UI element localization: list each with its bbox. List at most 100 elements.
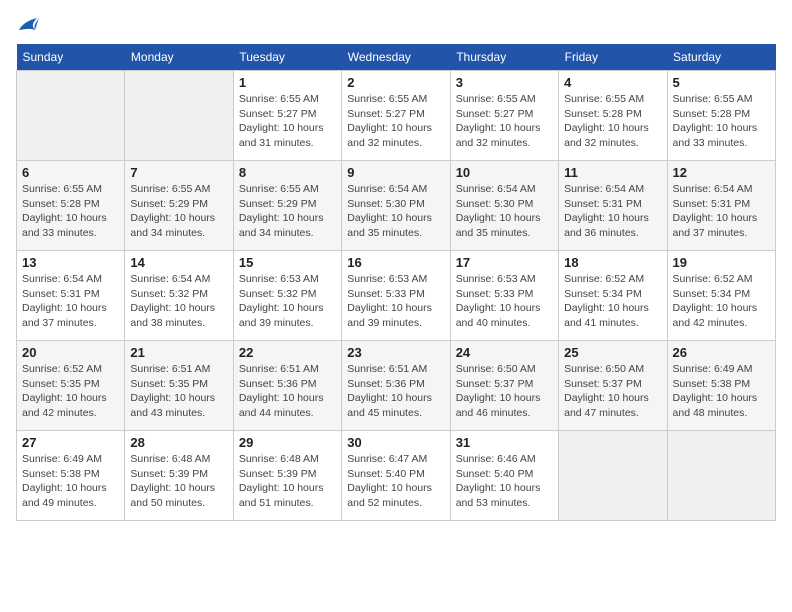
calendar-day-cell: 30Sunrise: 6:47 AM Sunset: 5:40 PM Dayli… xyxy=(342,431,450,521)
day-info: Sunrise: 6:55 AM Sunset: 5:27 PM Dayligh… xyxy=(456,92,553,151)
logo xyxy=(16,16,40,34)
day-number: 29 xyxy=(239,435,336,450)
day-info: Sunrise: 6:53 AM Sunset: 5:33 PM Dayligh… xyxy=(347,272,444,331)
day-number: 5 xyxy=(673,75,770,90)
calendar-day-cell: 27 Sunrise: 6:49 AM Sunset: 5:38 PM Dayli… xyxy=(17,431,125,521)
day-info: Sunrise: 6:52 AM Sunset: 5:35 PM Dayligh… xyxy=(22,362,119,421)
calendar-day-cell: 9 Sunrise: 6:54 AM Sunset: 5:30 PM Daylig… xyxy=(342,161,450,251)
day-number: 14 xyxy=(130,255,227,270)
day-info: Sunrise: 6:55 AM Sunset: 5:27 PM Dayligh… xyxy=(347,92,444,151)
calendar-table: SundayMondayTuesdayWednesdayThursdayFrid… xyxy=(16,44,776,521)
page-header xyxy=(16,16,776,34)
day-info: Sunrise: 6:48 AM Sunset: 5:39 PM Dayligh… xyxy=(239,452,336,511)
day-info: Sunrise: 6:55 AM Sunset: 5:27 PM Dayligh… xyxy=(239,92,336,151)
day-info: Sunrise: 6:51 AM Sunset: 5:35 PM Dayligh… xyxy=(130,362,227,421)
day-info: Sunrise: 6:53 AM Sunset: 5:32 PM Dayligh… xyxy=(239,272,336,331)
day-number: 11 xyxy=(564,165,661,180)
day-number: 16 xyxy=(347,255,444,270)
day-number: 27 xyxy=(22,435,119,450)
day-info: Sunrise: 6:54 AM Sunset: 5:31 PM Dayligh… xyxy=(22,272,119,331)
day-info: Sunrise: 6:48 AM Sunset: 5:39 PM Dayligh… xyxy=(130,452,227,511)
day-number: 1 xyxy=(239,75,336,90)
calendar-day-cell: 12 Sunrise: 6:54 AM Sunset: 5:31 PM Dayli… xyxy=(667,161,775,251)
day-info: Sunrise: 6:54 AM Sunset: 5:31 PM Dayligh… xyxy=(673,182,770,241)
day-info: Sunrise: 6:54 AM Sunset: 5:31 PM Dayligh… xyxy=(564,182,661,241)
day-number: 25 xyxy=(564,345,661,360)
calendar-day-cell xyxy=(125,71,233,161)
calendar-day-cell: 1 Sunrise: 6:55 AM Sunset: 5:27 PM Daylig… xyxy=(233,71,341,161)
day-number: 22 xyxy=(239,345,336,360)
day-number: 2 xyxy=(347,75,444,90)
day-number: 13 xyxy=(22,255,119,270)
day-number: 26 xyxy=(673,345,770,360)
day-info: Sunrise: 6:54 AM Sunset: 5:30 PM Dayligh… xyxy=(347,182,444,241)
calendar-day-cell: 15 Sunrise: 6:53 AM Sunset: 5:32 PM Dayli… xyxy=(233,251,341,341)
day-info: Sunrise: 6:47 AM Sunset: 5:40 PM Dayligh… xyxy=(347,452,444,511)
calendar-day-cell xyxy=(17,71,125,161)
calendar-day-cell: 2 Sunrise: 6:55 AM Sunset: 5:27 PM Daylig… xyxy=(342,71,450,161)
calendar-day-cell: 20 Sunrise: 6:52 AM Sunset: 5:35 PM Dayli… xyxy=(17,341,125,431)
day-info: Sunrise: 6:52 AM Sunset: 5:34 PM Dayligh… xyxy=(564,272,661,331)
calendar-day-cell: 16 Sunrise: 6:53 AM Sunset: 5:33 PM Dayli… xyxy=(342,251,450,341)
calendar-day-cell: 3 Sunrise: 6:55 AM Sunset: 5:27 PM Daylig… xyxy=(450,71,558,161)
calendar-week-row: 1 Sunrise: 6:55 AM Sunset: 5:27 PM Daylig… xyxy=(17,71,776,161)
calendar-day-cell: 11 Sunrise: 6:54 AM Sunset: 5:31 PM Dayli… xyxy=(559,161,667,251)
day-info: Sunrise: 6:49 AM Sunset: 5:38 PM Dayligh… xyxy=(22,452,119,511)
day-number: 31 xyxy=(456,435,553,450)
calendar-day-cell: 29 Sunrise: 6:48 AM Sunset: 5:39 PM Dayli… xyxy=(233,431,341,521)
weekday-header-monday: Monday xyxy=(125,44,233,71)
day-info: Sunrise: 6:46 AM Sunset: 5:40 PM Dayligh… xyxy=(456,452,553,511)
day-number: 20 xyxy=(22,345,119,360)
weekday-header-tuesday: Tuesday xyxy=(233,44,341,71)
day-info: Sunrise: 6:55 AM Sunset: 5:29 PM Dayligh… xyxy=(130,182,227,241)
day-number: 3 xyxy=(456,75,553,90)
day-number: 19 xyxy=(673,255,770,270)
calendar-day-cell: 7 Sunrise: 6:55 AM Sunset: 5:29 PM Daylig… xyxy=(125,161,233,251)
day-number: 4 xyxy=(564,75,661,90)
day-info: Sunrise: 6:51 AM Sunset: 5:36 PM Dayligh… xyxy=(347,362,444,421)
calendar-week-row: 27 Sunrise: 6:49 AM Sunset: 5:38 PM Dayli… xyxy=(17,431,776,521)
day-number: 23 xyxy=(347,345,444,360)
calendar-day-cell: 17Sunrise: 6:53 AM Sunset: 5:33 PM Dayli… xyxy=(450,251,558,341)
day-number: 15 xyxy=(239,255,336,270)
calendar-week-row: 20 Sunrise: 6:52 AM Sunset: 5:35 PM Dayli… xyxy=(17,341,776,431)
calendar-day-cell: 28 Sunrise: 6:48 AM Sunset: 5:39 PM Dayli… xyxy=(125,431,233,521)
calendar-day-cell: 24 Sunrise: 6:50 AM Sunset: 5:37 PM Dayli… xyxy=(450,341,558,431)
day-number: 9 xyxy=(347,165,444,180)
day-number: 28 xyxy=(130,435,227,450)
day-number: 18 xyxy=(564,255,661,270)
weekday-header-friday: Friday xyxy=(559,44,667,71)
calendar-day-cell: 26Sunrise: 6:49 AM Sunset: 5:38 PM Dayli… xyxy=(667,341,775,431)
calendar-day-cell: 6 Sunrise: 6:55 AM Sunset: 5:28 PM Daylig… xyxy=(17,161,125,251)
day-info: Sunrise: 6:50 AM Sunset: 5:37 PM Dayligh… xyxy=(564,362,661,421)
calendar-day-cell xyxy=(559,431,667,521)
day-number: 24 xyxy=(456,345,553,360)
day-number: 10 xyxy=(456,165,553,180)
day-info: Sunrise: 6:54 AM Sunset: 5:32 PM Dayligh… xyxy=(130,272,227,331)
day-info: Sunrise: 6:55 AM Sunset: 5:28 PM Dayligh… xyxy=(564,92,661,151)
calendar-day-cell: 23 Sunrise: 6:51 AM Sunset: 5:36 PM Dayli… xyxy=(342,341,450,431)
day-number: 8 xyxy=(239,165,336,180)
day-number: 6 xyxy=(22,165,119,180)
calendar-day-cell: 22 Sunrise: 6:51 AM Sunset: 5:36 PM Dayli… xyxy=(233,341,341,431)
weekday-header-wednesday: Wednesday xyxy=(342,44,450,71)
calendar-day-cell: 4 Sunrise: 6:55 AM Sunset: 5:28 PM Daylig… xyxy=(559,71,667,161)
weekday-header-saturday: Saturday xyxy=(667,44,775,71)
day-number: 12 xyxy=(673,165,770,180)
day-info: Sunrise: 6:50 AM Sunset: 5:37 PM Dayligh… xyxy=(456,362,553,421)
day-info: Sunrise: 6:54 AM Sunset: 5:30 PM Dayligh… xyxy=(456,182,553,241)
calendar-day-cell: 13 Sunrise: 6:54 AM Sunset: 5:31 PM Dayli… xyxy=(17,251,125,341)
day-info: Sunrise: 6:53 AM Sunset: 5:33 PM Dayligh… xyxy=(456,272,553,331)
bird-icon xyxy=(17,16,39,34)
day-info: Sunrise: 6:52 AM Sunset: 5:34 PM Dayligh… xyxy=(673,272,770,331)
day-info: Sunrise: 6:51 AM Sunset: 5:36 PM Dayligh… xyxy=(239,362,336,421)
calendar-day-cell: 8Sunrise: 6:55 AM Sunset: 5:29 PM Daylig… xyxy=(233,161,341,251)
calendar-day-cell: 10 Sunrise: 6:54 AM Sunset: 5:30 PM Dayli… xyxy=(450,161,558,251)
calendar-header-row: SundayMondayTuesdayWednesdayThursdayFrid… xyxy=(17,44,776,71)
calendar-day-cell: 21 Sunrise: 6:51 AM Sunset: 5:35 PM Dayli… xyxy=(125,341,233,431)
weekday-header-thursday: Thursday xyxy=(450,44,558,71)
day-info: Sunrise: 6:55 AM Sunset: 5:28 PM Dayligh… xyxy=(22,182,119,241)
day-number: 21 xyxy=(130,345,227,360)
day-number: 7 xyxy=(130,165,227,180)
calendar-day-cell: 5Sunrise: 6:55 AM Sunset: 5:28 PM Daylig… xyxy=(667,71,775,161)
